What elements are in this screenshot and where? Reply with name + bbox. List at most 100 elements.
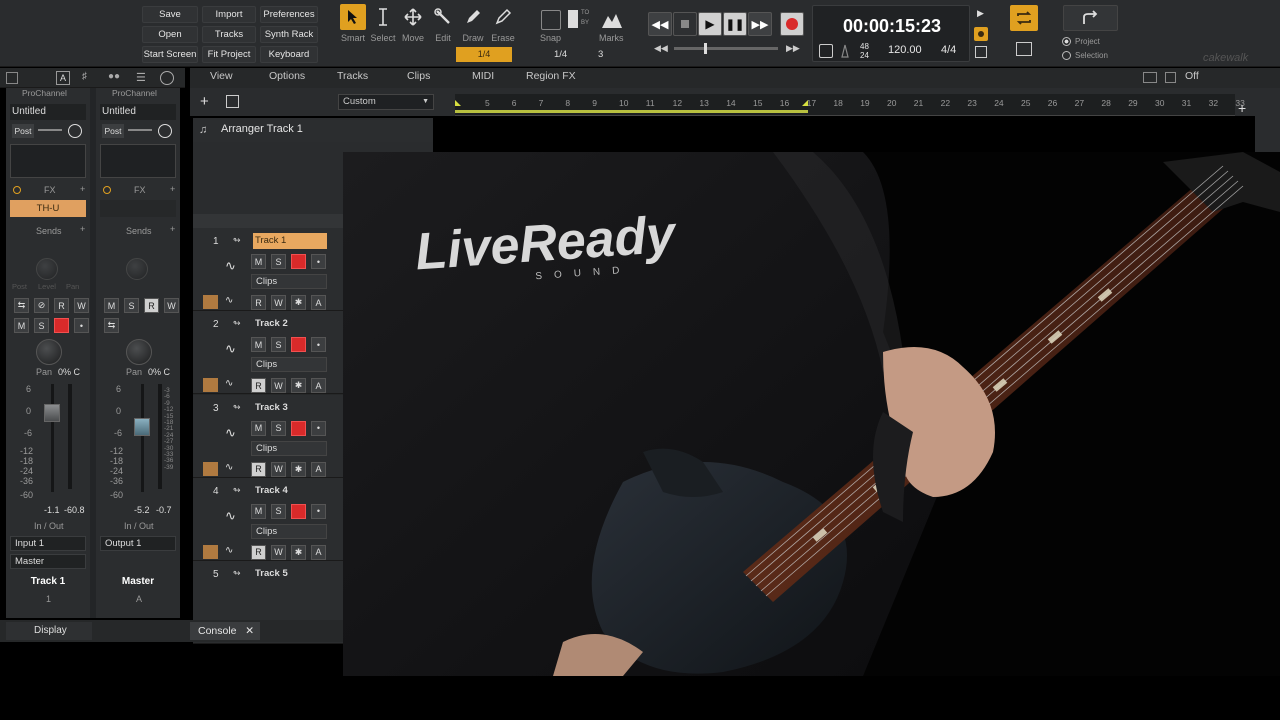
prochannel-header[interactable]: ProChannel [112,88,157,98]
import-button[interactable]: Import [202,6,256,23]
prochannel-header[interactable]: ProChannel [22,88,67,98]
record-arm-button[interactable] [291,254,306,269]
track-name[interactable]: Track 3 [253,400,327,416]
marks-icon[interactable] [600,10,624,30]
meter-value[interactable]: 4/4 [941,44,956,56]
track-header[interactable]: 1 ↬ Track 1 ∿ M S • R W ✱ A Clips ∿ [193,228,345,311]
write-button[interactable]: W [271,544,286,560]
read-button[interactable]: R [144,298,159,313]
automation-lane-icon[interactable]: ∿ [225,378,233,389]
track-collapse-icon[interactable]: ↬ [233,318,241,329]
peak-readout[interactable]: -60.8 [64,505,85,515]
menu-tracks[interactable]: Tracks [337,70,368,82]
solo-button[interactable]: S [271,503,286,519]
record-mode-button[interactable] [974,27,988,41]
volume-readout[interactable]: -1.1 [44,505,60,515]
pan-value[interactable]: 0% C [148,367,170,377]
post-button[interactable]: Post [12,124,34,138]
strip-power-icon[interactable] [68,124,82,138]
mute-button[interactable]: M [251,503,266,519]
track-collapse-icon[interactable]: ↬ [233,485,241,496]
record-arm-button[interactable] [54,318,69,333]
volume-fader-track[interactable] [51,384,54,492]
rewind-button[interactable]: ◀◀ [648,12,672,36]
volume-readout[interactable]: -5.2 [134,505,150,515]
read-button[interactable]: R [251,295,266,310]
save-button[interactable]: Save [142,6,198,23]
peak-readout[interactable]: -0.7 [156,505,172,515]
routing-icon[interactable] [128,129,152,131]
mute-button[interactable]: M [251,420,266,436]
pan-knob[interactable] [36,339,62,365]
time-readout[interactable]: 00:00:15:23 [813,16,971,37]
track-collapse-icon[interactable]: ↬ [233,402,241,413]
fx-power-icon[interactable] [103,186,111,194]
inspector-pin-icon[interactable] [6,72,18,84]
fx-add-icon[interactable]: + [80,184,85,194]
track-fx-icon[interactable] [203,295,218,309]
arranger-track[interactable]: ♫ Arranger Track 1 [193,118,433,142]
write-button[interactable]: W [164,298,179,313]
track-name[interactable]: Track 1 [253,233,327,249]
punch-icon[interactable] [975,46,987,58]
tracks-button[interactable]: Tracks [202,26,256,43]
phase-invert-button[interactable]: ⊘ [34,298,49,313]
erase-tool[interactable]: Erase [488,4,518,44]
keyboard-button[interactable]: Keyboard [260,46,318,63]
move-tool[interactable]: Move [398,4,428,44]
preferences-button[interactable]: Preferences [260,6,318,23]
metronome-icon[interactable] [838,44,852,58]
eq-thumbnail[interactable] [10,144,86,178]
read-button[interactable]: R [54,298,69,313]
write-button[interactable]: W [271,378,286,394]
write-button[interactable]: W [74,298,89,313]
export-project-radio[interactable]: Project [1062,37,1100,46]
track-header[interactable]: 3 ↬ Track 3 ∿ M S • R W ✱ A Clips ∿ [193,394,345,478]
input-echo-button[interactable]: • [311,420,326,436]
output-select[interactable]: Master [10,554,86,569]
phase-button[interactable]: ⇆ [14,298,29,313]
loop-end-marker[interactable] [802,100,808,106]
menu-view[interactable]: View [210,70,233,82]
menu-clips[interactable]: Clips [407,70,430,82]
tab-instrument[interactable]: ♯ [82,71,96,85]
automation-button[interactable]: ✱ [291,295,306,310]
tab-midi[interactable]: ●● [108,71,126,85]
clips-select[interactable]: Clips [251,523,327,539]
solo-button[interactable]: S [34,318,49,333]
snap-off-icon[interactable] [1165,72,1176,83]
eq-thumbnail[interactable] [100,144,176,178]
input-echo-button[interactable]: • [74,318,89,333]
fx-power-icon[interactable] [13,186,21,194]
select-tool[interactable]: Select [368,4,398,44]
mute-button[interactable]: M [251,254,266,269]
track-name[interactable]: Track 2 [253,316,327,332]
snap-icon[interactable] [541,10,561,30]
archive-button[interactable]: A [311,378,326,394]
zoom-add-icon[interactable]: + [1238,100,1246,116]
position-slider[interactable] [674,43,778,54]
write-button[interactable]: W [271,295,286,310]
console-tab[interactable]: Console ✕ [190,622,260,640]
volume-fader-track[interactable] [141,384,144,492]
go-to-start-icon[interactable]: ◀◀ [654,43,668,54]
volume-fader-cap[interactable] [44,404,60,422]
loop-region[interactable] [455,110,808,113]
fast-forward-button[interactable]: ▶▶ [748,12,772,36]
strip-preset-name[interactable]: Untitled [100,104,176,120]
sync-icon[interactable] [819,44,833,58]
export-selection-radio[interactable]: Selection [1062,51,1108,60]
automation-button[interactable]: ✱ [291,378,306,394]
track-fx-icon[interactable] [203,544,218,559]
sends-add-icon[interactable]: + [80,224,85,234]
automation-lane-icon[interactable]: ∿ [225,295,233,306]
tempo-value[interactable]: 120.00 [888,44,922,56]
solo-button[interactable]: S [271,254,286,269]
routing-icon[interactable] [38,129,62,131]
track-header[interactable]: 2 ↬ Track 2 ∿ M S • R W ✱ A Clips ∿ [193,311,345,395]
pan-value[interactable]: 0% C [58,367,80,377]
mute-button[interactable]: M [104,298,119,313]
arranger-track-name[interactable]: Arranger Track 1 [221,123,303,135]
phase-button[interactable]: ⇆ [104,318,119,333]
mute-button[interactable]: M [14,318,29,333]
